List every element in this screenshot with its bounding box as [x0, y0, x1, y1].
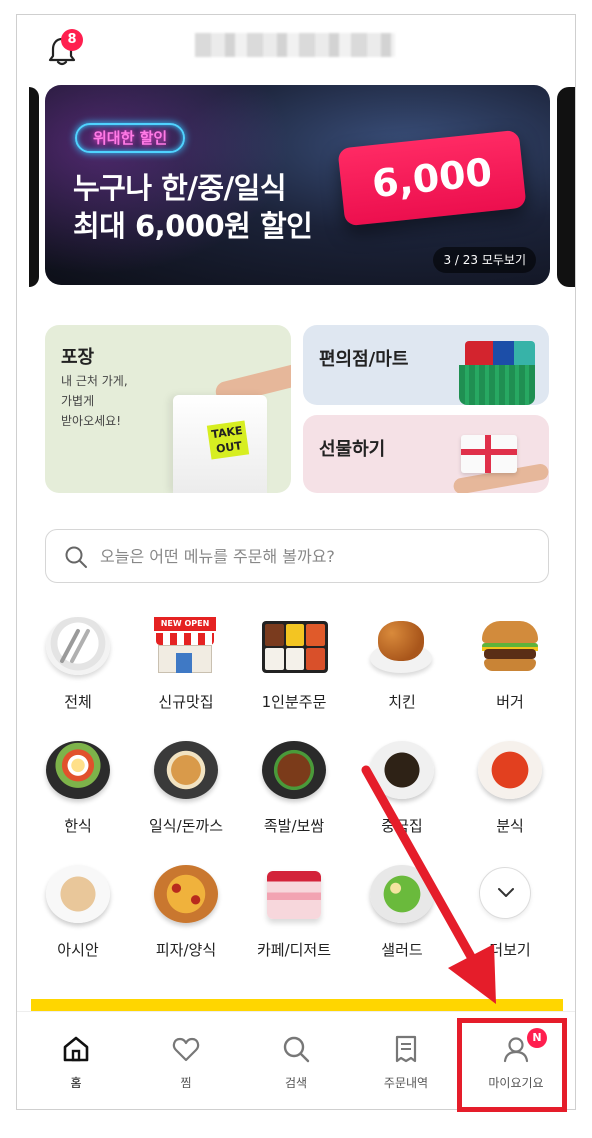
search-icon: [65, 546, 87, 568]
tab-label: 주문내역: [383, 1076, 429, 1090]
banner-headline-1: 누구나 한/중/일식: [73, 171, 287, 205]
heart-icon: [172, 1037, 200, 1062]
receipt-icon: [395, 1035, 417, 1063]
category-single-portion[interactable]: 1인분주문: [241, 609, 347, 719]
category-more[interactable]: 더보기: [457, 857, 563, 967]
convenience-title: 편의점/마트: [319, 349, 409, 370]
home-icon: [63, 1036, 89, 1062]
category-label: 아시안: [57, 941, 99, 959]
burger-icon: [478, 617, 542, 675]
plate-icon: [46, 617, 110, 675]
category-label: 전체: [64, 693, 92, 711]
category-label: 버거: [496, 693, 524, 711]
category-label: 카페/디저트: [256, 941, 332, 959]
tab-label: 검색: [284, 1076, 308, 1090]
banner-counter-view-all[interactable]: 3 / 23 모두보기: [433, 247, 536, 273]
category-chicken[interactable]: 치킨: [349, 609, 455, 719]
next-banner-peek[interactable]: [557, 87, 575, 287]
category-chinese[interactable]: 중국집: [349, 733, 455, 843]
category-label: 일식/돈까스: [148, 817, 224, 835]
search-input[interactable]: [100, 530, 530, 582]
category-label: 샐러드: [381, 941, 423, 959]
tteokbokki-icon: [478, 741, 542, 799]
search-bar[interactable]: [45, 529, 549, 583]
previous-banner-peek[interactable]: [29, 87, 39, 287]
banner-neon-tag: 위대한 할인: [75, 123, 186, 153]
promo-banner[interactable]: 위대한 할인 누구나 한/중/일식 최대 6,000원 할인 6,000 3 /…: [45, 85, 550, 285]
tab-label: 찜: [180, 1076, 192, 1090]
tonkatsu-icon: [154, 741, 218, 799]
annotation-highlight-box: [457, 1018, 567, 1112]
tab-label: 홈: [70, 1076, 82, 1090]
category-new-restaurants[interactable]: NEW OPEN 신규맛집: [133, 609, 239, 719]
gift-card[interactable]: 선물하기: [303, 415, 549, 493]
category-label: 치킨: [388, 693, 416, 711]
category-korean[interactable]: 한식: [25, 733, 131, 843]
category-bunsik[interactable]: 분식: [457, 733, 563, 843]
cake-icon: [262, 865, 326, 923]
tab-search[interactable]: 검색: [241, 1012, 351, 1109]
category-asian[interactable]: 아시안: [25, 857, 131, 967]
banner-price-tag: 6,000: [337, 129, 527, 227]
banner-headline-2: 최대 6,000원 할인: [73, 209, 313, 243]
gift-title: 선물하기: [319, 439, 386, 460]
lunchbox-icon: [262, 617, 328, 675]
category-salad[interactable]: 샐러드: [349, 857, 455, 967]
notification-badge: 8: [61, 29, 83, 51]
jokbal-icon: [262, 741, 326, 799]
category-label: 더보기: [489, 941, 531, 959]
takeout-bag-icon: TAKE OUT: [173, 395, 267, 493]
pizza-icon: [154, 865, 218, 923]
chicken-icon: [370, 617, 434, 675]
more-button[interactable]: [479, 867, 531, 919]
chevron-down-icon: [498, 888, 514, 897]
category-label: 중국집: [381, 817, 423, 835]
category-japanese-tonkatsu[interactable]: 일식/돈까스: [133, 733, 239, 843]
category-label: 한식: [64, 817, 92, 835]
shopping-basket-icon: [459, 365, 535, 405]
category-cafe-dessert[interactable]: 카페/디저트: [241, 857, 347, 967]
salad-icon: [370, 865, 434, 923]
takeout-card[interactable]: 포장 내 근처 가게, 가볍게 받아오세요! TAKE OUT: [45, 325, 291, 493]
category-pizza-western[interactable]: 피자/양식: [133, 857, 239, 967]
tab-order-history[interactable]: 주문내역: [351, 1012, 461, 1109]
category-label: 족발/보쌈: [263, 817, 325, 835]
category-all[interactable]: 전체: [25, 609, 131, 719]
category-label: 피자/양식: [155, 941, 217, 959]
pho-icon: [46, 865, 110, 923]
new-open-shop-icon: NEW OPEN: [154, 617, 218, 675]
category-label: 1인분주문: [261, 693, 327, 711]
new-open-sign: NEW OPEN: [154, 617, 216, 631]
category-label: 분식: [496, 817, 524, 835]
jajangmyeon-icon: [370, 741, 434, 799]
app-screen: 8 위대한 할인 누구나 한/중/일식 최대 6,000원 할인 6,000 3…: [16, 14, 576, 1110]
category-burger[interactable]: 버거: [457, 609, 563, 719]
category-jokbal-bossam[interactable]: 족발/보쌈: [241, 733, 347, 843]
blurred-address-title[interactable]: [195, 33, 395, 57]
take-out-label: TAKE OUT: [206, 420, 250, 460]
bibimbap-icon: [46, 741, 110, 799]
takeout-description: 내 근처 가게, 가볍게 받아오세요!: [61, 374, 128, 428]
takeout-title: 포장: [61, 347, 95, 368]
top-header: 8: [17, 15, 575, 77]
yellow-promo-strip: [31, 999, 563, 1011]
tab-home[interactable]: 홈: [21, 1012, 131, 1109]
gift-box-icon: [461, 435, 517, 473]
category-label: 신규맛집: [158, 693, 214, 711]
convenience-store-card[interactable]: 편의점/마트: [303, 325, 549, 405]
search-icon: [283, 1036, 310, 1063]
tab-favorites[interactable]: 찜: [131, 1012, 241, 1109]
